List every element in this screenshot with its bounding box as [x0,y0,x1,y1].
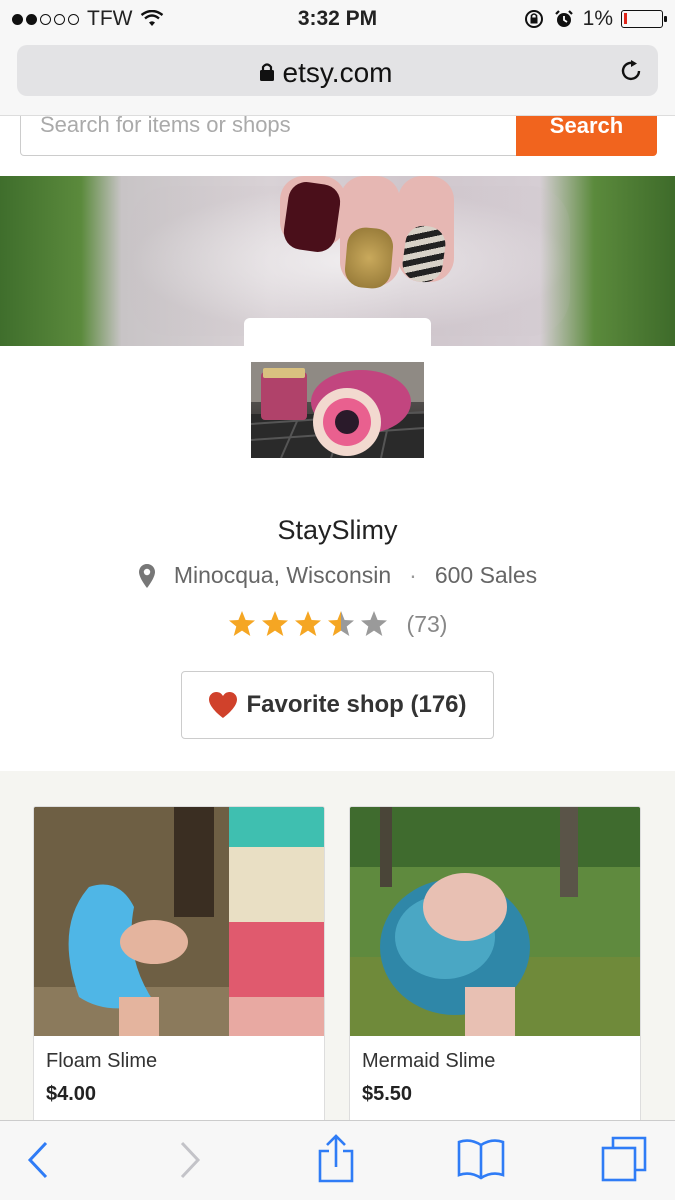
share-icon[interactable] [316,1133,356,1185]
chevron-right-icon[interactable] [178,1139,202,1181]
search-input[interactable]: Search for items or shops [20,112,517,156]
alarm-icon [554,10,573,27]
favorite-label: Favorite shop (176) [246,691,467,718]
meta-separator: · [409,562,417,588]
browser-address-area: etsy.com [0,38,675,116]
search-button[interactable]: Search [516,115,657,156]
chevron-left-icon[interactable] [26,1139,50,1181]
rotation-lock-icon [524,10,543,28]
star-rating [228,610,388,638]
listing-price: $5.50 [362,1083,413,1105]
search-bar: Search for items or shops Search [20,112,657,156]
address-bar[interactable]: etsy.com [17,45,658,96]
shop-sales: 600 Sales [434,562,538,588]
shop-avatar [251,362,424,458]
listing-title: Mermaid Slime [362,1050,496,1072]
map-pin-icon [138,563,155,588]
reload-icon[interactable] [618,58,644,84]
listing-title: Floam Slime [46,1050,158,1072]
address-domain: etsy.com [282,57,393,88]
shop-location: Minocqua, Wisconsin [173,562,392,588]
listing-card-mermaid-slime[interactable]: Mermaid Slime $5.50 [349,806,641,1136]
listing-price: $4.00 [46,1083,97,1105]
status-right: 1% [523,7,667,31]
star-icon [327,611,354,636]
shop-avatar-frame [244,318,431,358]
shop-rating[interactable]: (73) [0,610,675,638]
shop-meta: Minocqua, Wisconsin · 600 Sales [0,562,675,589]
star-icon [294,611,321,636]
listing-grid: Floam Slime $4.00 Mermaid Slime $5.50 [0,771,675,1136]
heart-icon [209,692,238,718]
star-icon [228,611,255,636]
browser-toolbar [0,1120,675,1200]
battery-icon [621,10,667,28]
status-bar: TFW 3:32 PM 1% [0,0,675,38]
star-icon [360,611,387,636]
listing-image [34,807,324,1036]
search-placeholder: Search for items or shops [40,112,291,137]
book-icon[interactable] [456,1137,506,1181]
star-icon [261,611,288,636]
favorite-shop-button[interactable]: Favorite shop (176) [181,671,494,739]
listing-card-floam-slime[interactable]: Floam Slime $4.00 [33,806,325,1136]
shop-name[interactable]: StaySlimy [0,515,675,546]
battery-percent: 1% [582,7,613,30]
listing-image [350,807,640,1036]
tabs-icon[interactable] [600,1135,648,1183]
review-count: (73) [406,610,448,637]
